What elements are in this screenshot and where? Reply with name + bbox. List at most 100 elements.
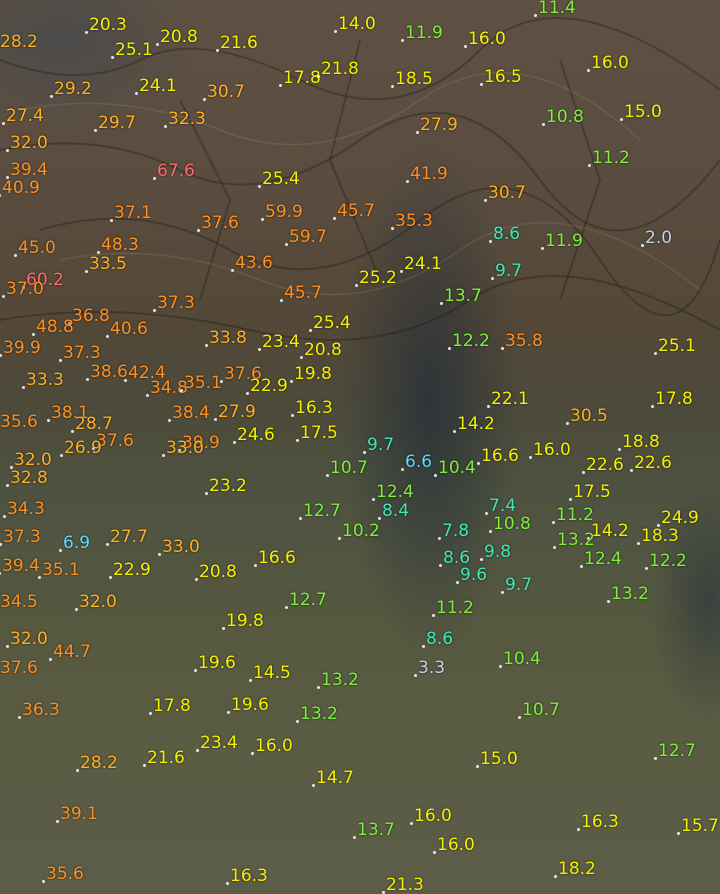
- station-marker[interactable]: [226, 882, 229, 885]
- station-value-label[interactable]: 14.5: [253, 665, 291, 682]
- station-value-label[interactable]: 37.1: [114, 205, 152, 222]
- station-value-label[interactable]: 34.5: [0, 594, 38, 611]
- station-value-label[interactable]: 11.2: [592, 150, 630, 167]
- station-value-label[interactable]: 3.3: [418, 660, 445, 677]
- station-value-label[interactable]: 18.2: [558, 861, 596, 878]
- station-marker[interactable]: [168, 419, 171, 422]
- station-value-label[interactable]: 10.7: [522, 702, 560, 719]
- station-marker[interactable]: [111, 56, 114, 59]
- station-value-label[interactable]: 45.7: [337, 203, 375, 220]
- station-marker[interactable]: [76, 769, 79, 772]
- station-marker[interactable]: [489, 240, 492, 243]
- station-marker[interactable]: [654, 352, 657, 355]
- station-marker[interactable]: [414, 674, 417, 677]
- station-value-label[interactable]: 10.4: [438, 460, 476, 477]
- station-marker[interactable]: [406, 180, 409, 183]
- station-value-label[interactable]: 30.7: [488, 185, 526, 202]
- station-marker[interactable]: [85, 31, 88, 34]
- station-value-label[interactable]: 25.2: [359, 270, 397, 287]
- station-value-label[interactable]: 28.2: [0, 34, 38, 51]
- station-value-label[interactable]: 32.0: [14, 452, 52, 469]
- station-value-label[interactable]: 33.0: [162, 539, 200, 556]
- station-value-label[interactable]: 17.8: [283, 70, 321, 87]
- station-marker[interactable]: [6, 484, 9, 487]
- station-value-label[interactable]: 39.1: [60, 806, 98, 823]
- station-value-label[interactable]: 12.2: [649, 553, 687, 570]
- station-marker[interactable]: [432, 614, 435, 617]
- station-value-label[interactable]: 37.0: [6, 281, 44, 298]
- station-marker[interactable]: [499, 665, 502, 668]
- station-value-label[interactable]: 22.9: [113, 562, 151, 579]
- station-value-label[interactable]: 28.2: [80, 755, 118, 772]
- station-value-label[interactable]: 14.0: [338, 16, 376, 33]
- station-marker[interactable]: [484, 199, 487, 202]
- station-marker[interactable]: [249, 679, 252, 682]
- station-marker[interactable]: [334, 30, 337, 33]
- station-marker[interactable]: [106, 543, 109, 546]
- station-value-label[interactable]: 37.3: [3, 529, 41, 546]
- station-value-label[interactable]: 10.7: [330, 460, 368, 477]
- station-marker[interactable]: [338, 537, 341, 540]
- station-value-label[interactable]: 14.7: [316, 770, 354, 787]
- station-value-label[interactable]: 67.6: [157, 163, 195, 180]
- station-marker[interactable]: [637, 542, 640, 545]
- station-marker[interactable]: [251, 752, 254, 755]
- station-marker[interactable]: [75, 608, 78, 611]
- station-marker[interactable]: [317, 686, 320, 689]
- station-marker[interactable]: [620, 118, 623, 121]
- station-value-label[interactable]: 18.5: [395, 71, 433, 88]
- station-marker[interactable]: [258, 185, 261, 188]
- station-value-label[interactable]: 35.6: [46, 866, 84, 883]
- station-value-label[interactable]: 17.8: [655, 391, 693, 408]
- station-value-label[interactable]: 22.9: [250, 378, 288, 395]
- station-value-label[interactable]: 30.5: [570, 408, 608, 425]
- station-value-label[interactable]: 40.6: [110, 321, 148, 338]
- station-marker[interactable]: [651, 405, 654, 408]
- station-marker[interactable]: [214, 418, 217, 421]
- station-marker[interactable]: [85, 270, 88, 273]
- station-value-label[interactable]: 11.9: [545, 233, 583, 250]
- station-value-label[interactable]: 21.6: [220, 35, 258, 52]
- station-marker[interactable]: [56, 820, 59, 823]
- station-marker[interactable]: [309, 329, 312, 332]
- station-value-label[interactable]: 9.7: [495, 263, 522, 280]
- station-value-label[interactable]: 11.9: [405, 25, 443, 42]
- station-value-label[interactable]: 19.8: [226, 613, 264, 630]
- station-value-label[interactable]: 16.6: [481, 448, 519, 465]
- station-marker[interactable]: [487, 405, 490, 408]
- station-marker[interactable]: [485, 512, 488, 515]
- station-marker[interactable]: [440, 302, 443, 305]
- station-value-label[interactable]: 16.5: [484, 69, 522, 86]
- station-value-label[interactable]: 20.8: [160, 29, 198, 46]
- station-value-label[interactable]: 33.8: [209, 330, 247, 347]
- station-value-label[interactable]: 39.4: [2, 558, 40, 575]
- station-marker[interactable]: [582, 471, 585, 474]
- station-marker[interactable]: [554, 875, 557, 878]
- station-marker[interactable]: [501, 347, 504, 350]
- station-marker[interactable]: [32, 333, 35, 336]
- station-value-label[interactable]: 33.0: [166, 440, 204, 457]
- station-marker[interactable]: [553, 546, 556, 549]
- station-value-label[interactable]: 33.5: [89, 256, 127, 273]
- station-value-label[interactable]: 16.0: [437, 837, 475, 854]
- station-value-label[interactable]: 23.4: [262, 334, 300, 351]
- station-marker[interactable]: [400, 270, 403, 273]
- station-value-label[interactable]: 39.9: [3, 340, 41, 357]
- station-marker[interactable]: [476, 765, 479, 768]
- station-value-label[interactable]: 10.2: [342, 523, 380, 540]
- station-marker[interactable]: [285, 243, 288, 246]
- station-marker[interactable]: [618, 448, 621, 451]
- station-marker[interactable]: [326, 474, 329, 477]
- station-value-label[interactable]: 45.0: [18, 240, 56, 257]
- station-marker[interactable]: [254, 564, 257, 567]
- station-value-label[interactable]: 37.3: [157, 295, 195, 312]
- station-value-label[interactable]: 16.0: [591, 55, 629, 72]
- station-marker[interactable]: [22, 386, 25, 389]
- station-marker[interactable]: [541, 247, 544, 250]
- station-value-label[interactable]: 14.2: [591, 523, 629, 540]
- station-marker[interactable]: [434, 474, 437, 477]
- station-value-label[interactable]: 32.3: [168, 111, 206, 128]
- station-marker[interactable]: [153, 309, 156, 312]
- station-marker[interactable]: [146, 394, 149, 397]
- station-value-label[interactable]: 48.8: [36, 319, 74, 336]
